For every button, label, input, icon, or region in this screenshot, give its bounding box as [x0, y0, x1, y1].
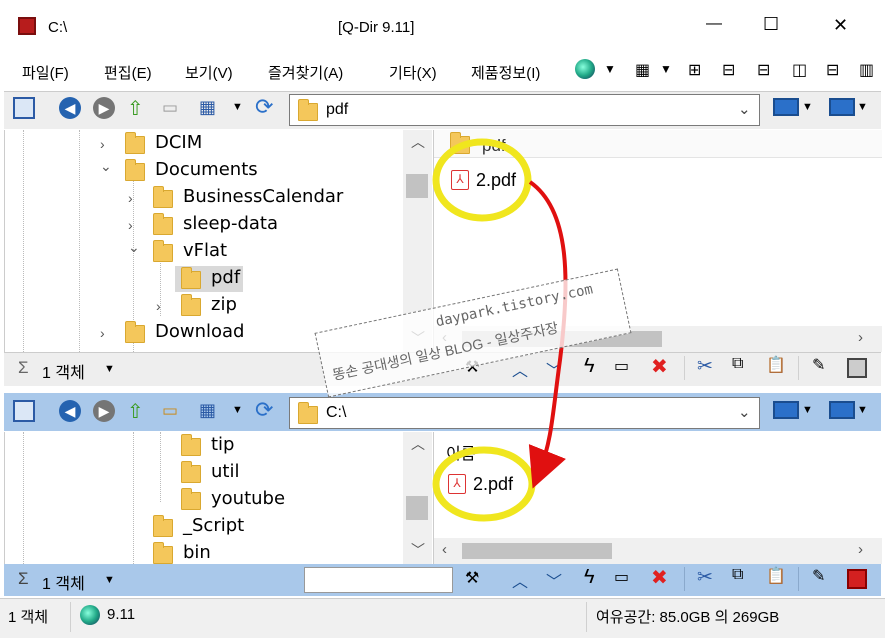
highlight-circle-top — [432, 138, 532, 222]
highlight-circle-bottom — [432, 446, 536, 522]
